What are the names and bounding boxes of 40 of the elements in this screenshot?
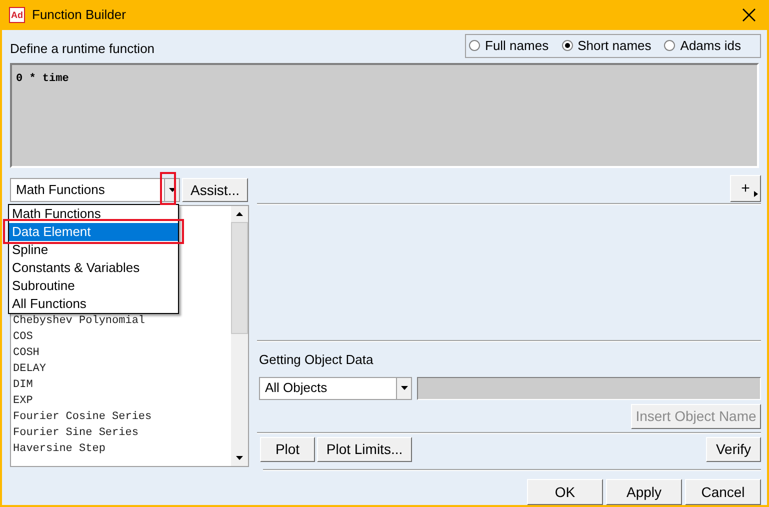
list-item[interactable]: Haversine Step <box>13 441 106 457</box>
radio-option[interactable]: Short names <box>562 36 652 56</box>
list-item[interactable]: COSH <box>13 345 40 361</box>
ok-button[interactable]: OK <box>527 479 603 505</box>
list-item[interactable]: COS <box>13 329 33 345</box>
menu-item[interactable]: Subroutine <box>9 277 178 295</box>
assist-button[interactable]: Assist... <box>182 178 248 202</box>
radio-option[interactable]: Adams ids <box>664 36 741 56</box>
field-label: Define a runtime function <box>9 40 155 58</box>
submenu-arrow-icon <box>754 191 758 197</box>
list-item[interactable]: DIM <box>13 377 33 393</box>
verify-button[interactable]: Verify <box>706 436 761 462</box>
menu-item[interactable]: Spline <box>9 241 178 259</box>
close-icon[interactable] <box>742 8 756 22</box>
section-label: Getting Object Data <box>259 351 374 369</box>
scroll-thumb[interactable] <box>231 222 248 334</box>
radio-option[interactable]: Full names <box>469 36 549 56</box>
add-button[interactable]: + <box>730 175 761 202</box>
list-item[interactable]: Fourier Cosine Series <box>13 409 152 425</box>
list-item[interactable]: Fourier Sine Series <box>13 425 138 441</box>
object-filter-dropdown[interactable]: All Objects <box>259 376 412 400</box>
apply-button[interactable]: Apply <box>606 479 682 505</box>
plot-limits-button[interactable]: Plot Limits... <box>317 436 412 462</box>
menu-item[interactable]: Constants & Variables <box>9 259 178 277</box>
list-item[interactable]: EXP <box>13 393 33 409</box>
cancel-button[interactable]: Cancel <box>685 479 761 505</box>
list-item[interactable]: Chebyshev Polynomial <box>13 313 146 329</box>
caret-icon <box>396 378 411 398</box>
menu-item[interactable]: Math Functions <box>9 205 178 223</box>
category-dropdown[interactable]: Math Functions <box>10 178 180 202</box>
scrollbar[interactable] <box>231 206 248 466</box>
list-item[interactable]: DELAY <box>13 361 46 377</box>
expression-field[interactable]: 0 * time <box>10 62 759 168</box>
plot-button[interactable]: Plot <box>260 436 315 462</box>
app-logo: Ad <box>9 7 25 23</box>
menu-item[interactable]: Data Element <box>9 223 178 241</box>
menu-item[interactable]: All Functions <box>9 295 178 313</box>
object-name-field[interactable] <box>417 376 761 400</box>
window-title: Function Builder <box>32 6 126 24</box>
highlight-frame <box>160 172 176 205</box>
